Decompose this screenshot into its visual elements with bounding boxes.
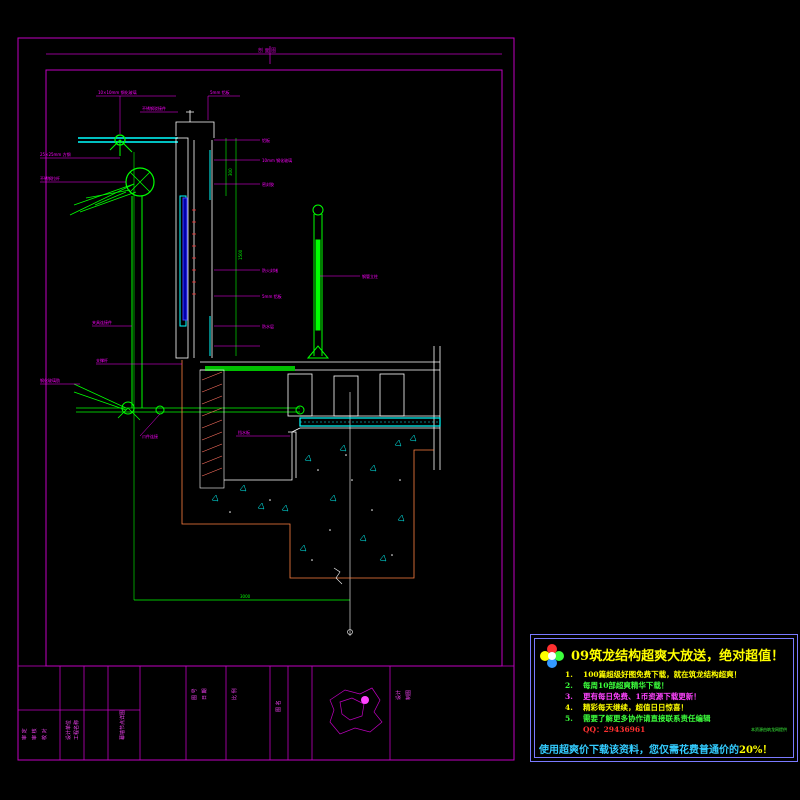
label-top-3: 5mm 铝板 [210,89,230,95]
label-right-5: 5mm 铝板 [262,293,282,299]
svg-text:1500: 1500 [238,249,243,260]
vertical-mast [131,196,143,408]
title-block [17,665,515,761]
label-left-1: 25×25mm 方钢 [40,151,71,157]
truss-fan-bottom [73,383,300,413]
promo-list: 1. 100篇超级好图免费下载，就在筑龙结构超爽！ 2. 每周10部超爽精华下载！ … [565,669,741,735]
label-left-3: 夹具连接件 [92,319,112,325]
label-left-5: 钢化玻璃肋 [40,377,60,383]
flower-logo-icon [540,644,564,668]
promo-item: 3. 更有每日免费、1币资源下载更新！ [565,692,701,701]
glass-mullion-hatch [182,197,188,321]
promo-title: 09筑龙结构超爽大放送，绝对超值！ [571,649,785,664]
glass-wall [175,137,213,359]
svg-text:比 例: 比 例 [231,688,238,700]
label-top-2: 不锈钢驳接件 [142,105,166,111]
svg-text:审 核: 审 核 [31,728,38,740]
svg-text:工程名称: 工程名称 [73,720,80,740]
svg-text:设计单位: 设计单位 [65,720,72,740]
label-right-2: 10mm 钢化玻璃 [262,157,292,163]
label-right-8: 挡水板 [238,429,250,435]
label-right-3: 密封胶 [262,181,274,187]
svg-text:制图: 制图 [405,690,412,700]
title-block-text: 审 定 审 核 校 对 设计单位 工程名称 幕墙节点详图 图 号 日 期 比 例… [21,688,412,740]
promo-item: 4. 精彩每天继续，超值日日惊喜！ [565,703,688,712]
truss-fan-top [69,183,137,216]
promo-item: 1. 100篇超级好图免费下载，就在筑龙结构超爽！ [565,670,742,679]
svg-text:校 对: 校 对 [41,728,48,740]
top-flashing [175,121,215,138]
promo-item: 2. 每周10部超爽精华下载！ [565,681,669,690]
label-right-7: 防水层 [262,323,274,329]
svg-text:日 期: 日 期 [202,688,208,700]
promo-footer[interactable]: 使用超爽价下载该资料，您仅需花费普通价的20%！ [539,741,772,756]
svg-text:审 定: 审 定 [21,728,28,740]
label-left-6: 爪件连接 [142,433,158,439]
promo-note: 本资源由筑龙网提供 [751,727,787,732]
concrete-aggregate [211,434,417,562]
label-left-4: 支撑杆 [96,357,108,363]
key-plan-sketch [329,687,383,735]
promo-item: 5. 需要了解更多协作请直接联系责任编辑 [565,714,711,723]
label-right-6: 钢管立柱 [362,273,378,279]
top-canopy [78,137,178,143]
top-label: 剖 面 图 [258,47,276,54]
svg-text:3000: 3000 [240,594,251,599]
promo-qq: QQ：29436961 [583,725,646,734]
label-top-1: 10×10mm 钢化玻璃 [98,89,137,95]
svg-text:图 名: 图 名 [275,700,282,712]
svg-text:图 号: 图 号 [192,688,198,700]
railing-post [306,204,330,359]
svg-text:幕墙节点详图: 幕墙节点详图 [119,710,126,740]
svg-text:300: 300 [228,168,233,176]
label-right-1: 铝板 [262,137,270,143]
label-left-2: 不锈钢拉杆 [40,175,60,181]
hatched-wall [199,369,225,489]
label-right-4: 防火封堵 [262,267,278,273]
svg-text:设计: 设计 [395,690,402,700]
promo-box[interactable]: 09筑龙结构超爽大放送，绝对超值！ 1. 100篇超级好图免费下载，就在筑龙结构超… [530,634,798,762]
